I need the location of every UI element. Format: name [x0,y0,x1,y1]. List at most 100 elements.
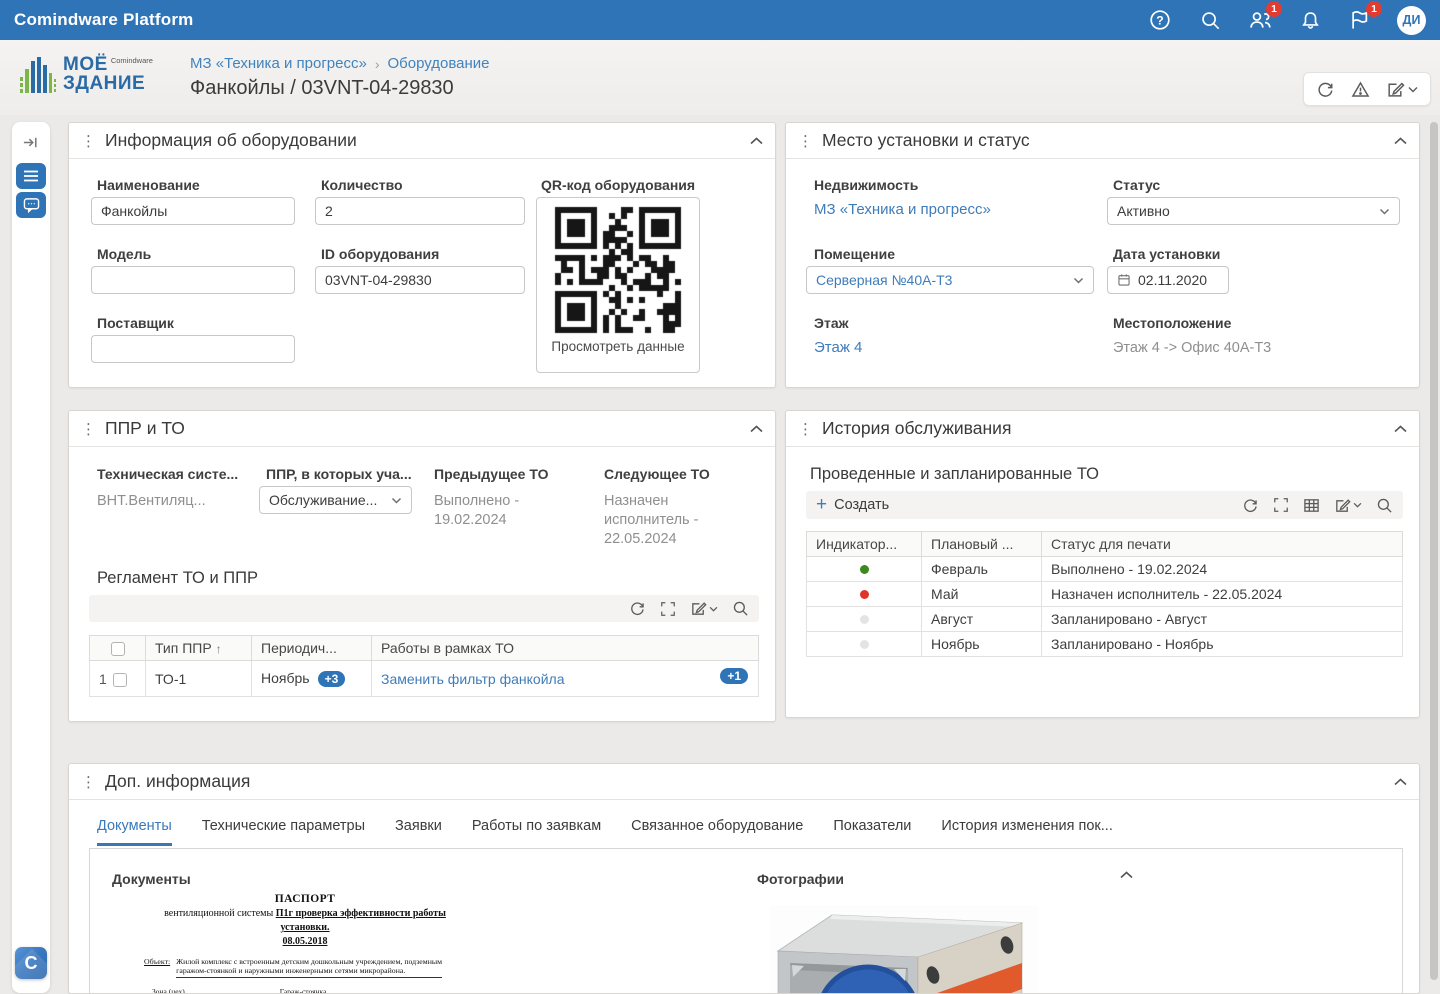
table-row[interactable]: Ноябрь Запланировано - Ноябрь [807,632,1403,657]
logo-building-icon [20,55,56,95]
help-icon[interactable]: ? [1147,7,1173,33]
comments-button[interactable] [16,192,46,218]
install-date-label: Дата установки [1113,246,1220,262]
col-indicator[interactable]: Индикатор... [807,532,922,557]
pin-sidebar-icon[interactable] [22,134,39,156]
works-more-badge[interactable]: +1 [720,668,748,684]
equipment-id-input[interactable]: 03VNT-04-29830 [315,266,525,294]
panel-location-status: ⋮ Место установки и статус Недвижимость … [785,122,1420,388]
col-type[interactable]: Тип ППР ↑ [146,636,252,661]
drag-handle-icon[interactable]: ⋮ [81,773,96,791]
col-print-status[interactable]: Статус для печати [1042,532,1403,557]
room-label: Помещение [814,246,895,262]
chevron-down-icon [709,606,718,612]
col-planned[interactable]: Плановый ... [922,532,1042,557]
menu-button[interactable] [16,163,46,189]
tab-request-works[interactable]: Работы по заявкам [472,818,601,846]
doc-date: 08.05.2018 [130,936,480,947]
tab-documents[interactable]: Документы [97,818,172,846]
edit-icon[interactable] [1334,497,1362,514]
cell-type: ТО-1 [146,661,252,697]
document-preview[interactable]: ПАСПОРТ вентиляционной системы П1г прове… [130,893,480,994]
table-row[interactable]: Май Назначен исполнитель - 22.05.2024 [807,582,1403,607]
collapse-icon[interactable] [1394,778,1407,786]
tab-bar: Документы Технические параметры Заявки Р… [97,818,1113,846]
col-period[interactable]: Периодич... [252,636,372,661]
ppr-participation-label: ППР, в которых уча... [266,466,412,482]
period-more-badge[interactable]: +3 [318,671,346,687]
work-link[interactable]: Заменить фильтр фанкойла [381,671,564,687]
qr-view-data-link[interactable]: Просмотреть данные [537,339,699,354]
collapse-icon[interactable] [750,137,763,145]
search-icon[interactable] [732,600,749,617]
create-button[interactable]: + Создать [816,497,889,514]
collapse-icon[interactable] [1394,425,1407,433]
bell-icon[interactable] [1297,7,1323,33]
chevron-down-icon [1073,277,1084,284]
room-select[interactable]: Серверная №40А-Т3 [806,266,1094,294]
row-checkbox[interactable] [113,673,127,687]
fullscreen-icon[interactable] [1273,497,1289,513]
breadcrumb-object[interactable]: МЗ «Техника и прогресс» [190,55,367,72]
table-row[interactable]: Август Запланировано - Август [807,607,1403,632]
status-select[interactable]: Активно [1107,197,1400,225]
drag-handle-icon[interactable]: ⋮ [81,420,96,438]
col-works[interactable]: Работы в рамках ТО [372,636,759,661]
ppr-participation-value: Обслуживание... [269,492,377,508]
drag-handle-icon[interactable]: ⋮ [81,132,96,150]
breadcrumb-equipment[interactable]: Оборудование [388,55,490,72]
quantity-label: Количество [321,177,403,193]
fan-coil-photo-image [770,905,1038,994]
refresh-icon[interactable] [629,600,646,617]
plus-icon: + [816,495,827,514]
model-input[interactable] [91,266,295,294]
select-all-checkbox[interactable] [111,642,125,656]
doc-subtitle2: установки. [130,922,480,933]
quantity-input[interactable]: 2 [315,197,525,225]
property-link[interactable]: МЗ «Техника и прогресс» [814,201,991,218]
app-logo[interactable]: МОЁ Comindware ЗДАНИЕ [20,55,153,95]
create-button-label: Создать [834,497,889,513]
flag-icon[interactable]: 1 [1347,7,1373,33]
vertical-scrollbar[interactable] [1430,122,1438,980]
status-value: Активно [1117,203,1170,219]
tab-requests[interactable]: Заявки [395,818,442,846]
search-icon[interactable] [1376,497,1393,514]
panel-equipment-info: ⋮ Информация об оборудовании Наименовани… [68,122,776,388]
property-label: Недвижимость [814,177,918,193]
tab-indicators[interactable]: Показатели [833,818,911,846]
avatar[interactable]: ДИ [1397,6,1426,35]
panel-service-history-title: История обслуживания [822,418,1011,439]
next-to-value: Назначенисполнитель -22.05.2024 [604,492,698,549]
location-label: Местоположение [1113,315,1231,331]
warning-icon[interactable] [1351,80,1370,99]
table-row[interactable]: 1 ТО-1 Ноябрь+3 Заменить фильтр фанкойла… [90,661,759,697]
app-title: Comindware Platform [14,10,194,30]
tech-system-value: ВНТ.Вентиляц... [97,492,206,511]
photos-collapse-icon[interactable] [1120,871,1133,879]
tab-change-history[interactable]: История изменения пок... [941,818,1112,846]
table-row[interactable]: Февраль Выполнено - 19.02.2024 [807,557,1403,582]
table-icon[interactable] [1303,497,1320,514]
edit-icon[interactable] [690,600,718,617]
name-input[interactable]: Фанкойлы [91,197,295,225]
equipment-photo[interactable] [770,905,1038,994]
tab-linked-equipment[interactable]: Связанное оборудование [631,818,803,846]
ppr-participation-select[interactable]: Обслуживание... [259,486,412,514]
tab-tech-params[interactable]: Технические параметры [202,818,365,846]
collapse-icon[interactable] [750,425,763,433]
search-icon[interactable] [1197,7,1223,33]
supplier-input[interactable] [91,335,295,363]
cell-status: Назначен исполнитель - 22.05.2024 [1042,582,1403,607]
floor-link[interactable]: Этаж 4 [814,339,862,356]
fullscreen-icon[interactable] [660,601,676,617]
people-icon[interactable]: 1 [1247,7,1273,33]
refresh-icon[interactable] [1242,497,1259,514]
edit-icon[interactable] [1386,80,1418,99]
install-date-input[interactable]: 02.11.2020 [1107,266,1229,294]
drag-handle-icon[interactable]: ⋮ [798,132,813,150]
refresh-icon[interactable] [1316,80,1335,99]
drag-handle-icon[interactable]: ⋮ [798,420,813,438]
collapse-icon[interactable] [1394,137,1407,145]
comindware-badge[interactable]: C [15,947,47,979]
